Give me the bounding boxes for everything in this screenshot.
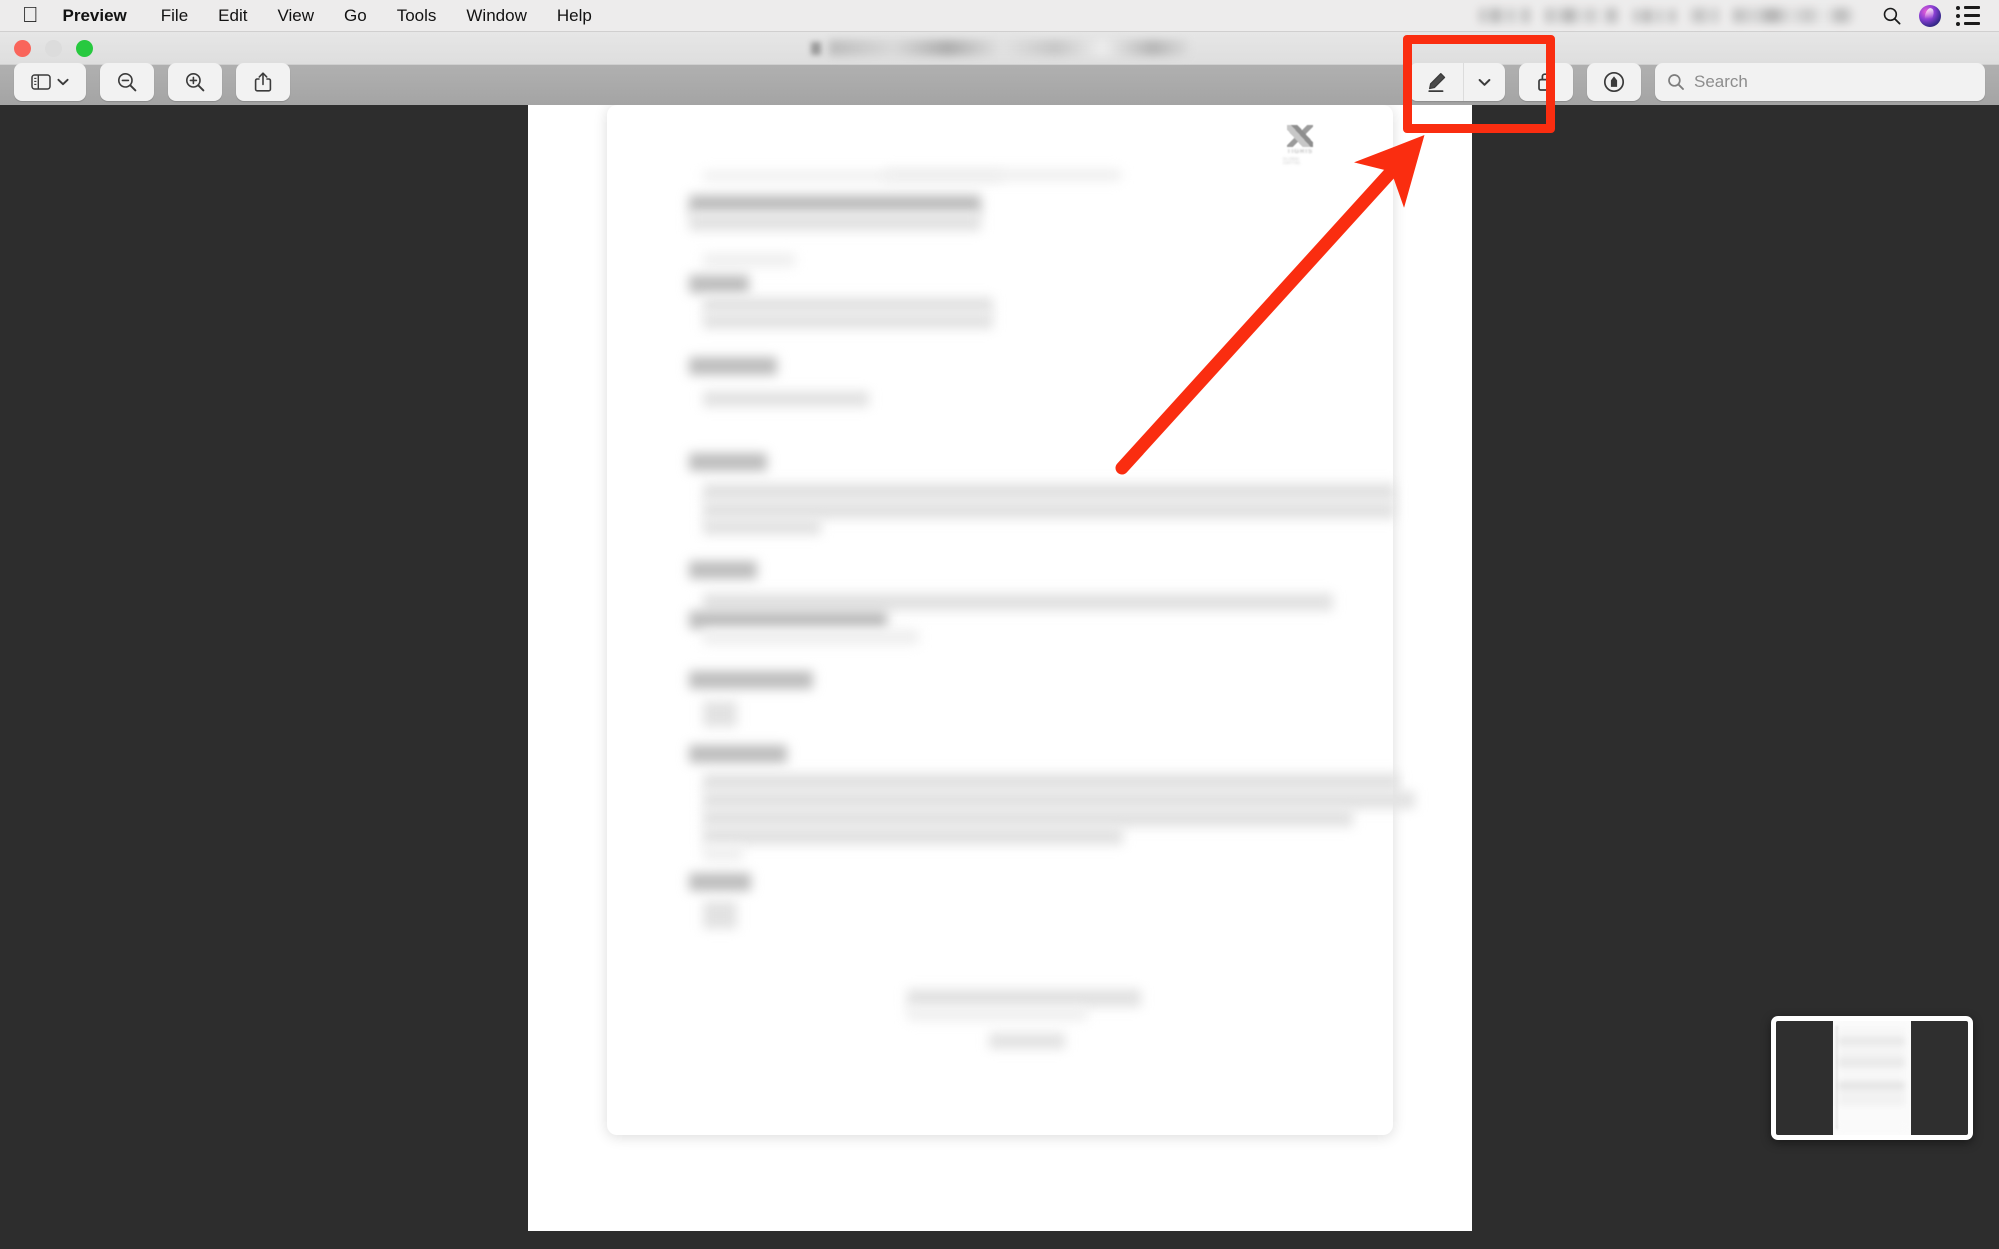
- redacted-text-line: [689, 275, 749, 293]
- redacted-text-line: [703, 845, 743, 861]
- redacted-text-line: [689, 453, 767, 471]
- share-icon: [254, 72, 272, 92]
- spotlight-search-button[interactable]: [1877, 6, 1907, 26]
- redacted-text-line: [689, 873, 751, 891]
- redacted-text-line: [689, 357, 777, 375]
- menu-item-go[interactable]: Go: [329, 0, 382, 32]
- traffic-lights[interactable]: [14, 40, 93, 57]
- menu-item-edit[interactable]: Edit: [203, 0, 262, 32]
- window-title-redacted: [828, 40, 1189, 56]
- toolbar-right-group: Search: [1409, 63, 1985, 101]
- markup-button-group[interactable]: [1409, 63, 1505, 101]
- status-item-redacted[interactable]: [1691, 8, 1719, 23]
- zoom-out-button[interactable]: [100, 63, 154, 101]
- redacted-text-line: [703, 391, 869, 407]
- annotate-button[interactable]: [1587, 63, 1641, 101]
- control-center-icon: [1956, 5, 1980, 26]
- redacted-text-line: [689, 195, 981, 213]
- menu-item-tools[interactable]: Tools: [382, 0, 452, 32]
- sidebar-icon: [31, 74, 51, 90]
- redacted-text-line: [703, 593, 1333, 611]
- zoom-in-button[interactable]: [168, 63, 222, 101]
- redacted-text-line: [907, 1007, 1087, 1021]
- status-item-redacted[interactable]: [1479, 8, 1531, 23]
- redacted-text-line: [703, 253, 795, 267]
- redacted-text-line: [703, 519, 821, 535]
- redacted-text-line: [703, 313, 993, 329]
- annotate-circle-pen-icon: [1603, 71, 1625, 93]
- redacted-text-line: [703, 629, 919, 645]
- menu-item-help[interactable]: Help: [542, 0, 607, 32]
- redacted-text-line: [689, 671, 813, 689]
- zoom-in-icon: [185, 72, 205, 92]
- redacted-text-line: [703, 827, 1123, 845]
- status-item-redacted[interactable]: [1545, 8, 1619, 23]
- redacted-text-line: [907, 989, 1141, 1007]
- menu-item-preview[interactable]: Preview: [63, 0, 146, 32]
- close-button[interactable]: [14, 40, 31, 57]
- redacted-text-line: [989, 1033, 1065, 1049]
- window-title: [810, 40, 1189, 56]
- menubar-status-items-redacted: [1479, 8, 1853, 23]
- markup-button[interactable]: [1409, 63, 1463, 101]
- control-center-button[interactable]: [1953, 5, 1983, 26]
- redacted-text-line: [703, 297, 993, 313]
- markup-pen-icon: [1428, 73, 1446, 92]
- share-button[interactable]: [236, 63, 290, 101]
- zoom-button[interactable]: [76, 40, 93, 57]
- menu-item-file[interactable]: File: [146, 0, 203, 32]
- sidebar-toggle-button[interactable]: [14, 63, 86, 101]
- apple-logo-icon[interactable]: : [22, 3, 39, 26]
- rotate-button[interactable]: [1519, 63, 1573, 101]
- siri-button[interactable]: [1915, 4, 1945, 27]
- redacted-text-line: [689, 745, 787, 763]
- redacted-text-line: [885, 169, 1121, 181]
- thumbnail-content-redacted: [1838, 1027, 1905, 1128]
- redacted-text-line: [703, 701, 737, 727]
- redacted-text-line: [689, 213, 981, 231]
- redacted-text-line: [703, 773, 1399, 791]
- document-icon: [810, 41, 821, 55]
- redacted-text-line: [703, 791, 1415, 809]
- menubar-status-area: [1479, 0, 1999, 31]
- siri-icon: [1919, 4, 1941, 27]
- status-item-redacted[interactable]: [1633, 8, 1677, 23]
- macos-menubar:  Preview File Edit View Go Tools Window…: [0, 0, 1999, 32]
- redacted-text-line: [703, 809, 1353, 827]
- status-item-redacted[interactable]: [1733, 8, 1853, 23]
- menubar-left:  Preview File Edit View Go Tools Window…: [0, 0, 607, 31]
- toolbar-left-group: [14, 63, 290, 101]
- search-field[interactable]: Search: [1655, 63, 1985, 101]
- screen-recording-thumbnail[interactable]: [1771, 1016, 1973, 1140]
- thumbnail-page-preview: [1833, 1021, 1911, 1135]
- minimize-button[interactable]: [45, 40, 62, 57]
- screen-root: Search TIGRIS GLOBAL CAPITAL  Preview F…: [0, 0, 1999, 1249]
- search-icon: [1883, 7, 1901, 25]
- menu-item-window[interactable]: Window: [451, 0, 541, 32]
- search-icon: [1668, 74, 1684, 90]
- markup-dropdown-button[interactable]: [1463, 63, 1505, 101]
- annotation-arrow: [1115, 135, 1425, 475]
- menu-item-view[interactable]: View: [262, 0, 329, 32]
- redacted-text-line: [703, 501, 1395, 519]
- chevron-down-icon: [1478, 78, 1491, 86]
- redacted-text-line: [689, 611, 887, 629]
- redacted-text-line: [689, 561, 757, 579]
- zoom-out-icon: [117, 72, 137, 92]
- chevron-down-icon: [57, 78, 69, 86]
- search-placeholder: Search: [1694, 72, 1748, 91]
- rotate-icon: [1538, 71, 1554, 91]
- redacted-text-line: [703, 901, 737, 929]
